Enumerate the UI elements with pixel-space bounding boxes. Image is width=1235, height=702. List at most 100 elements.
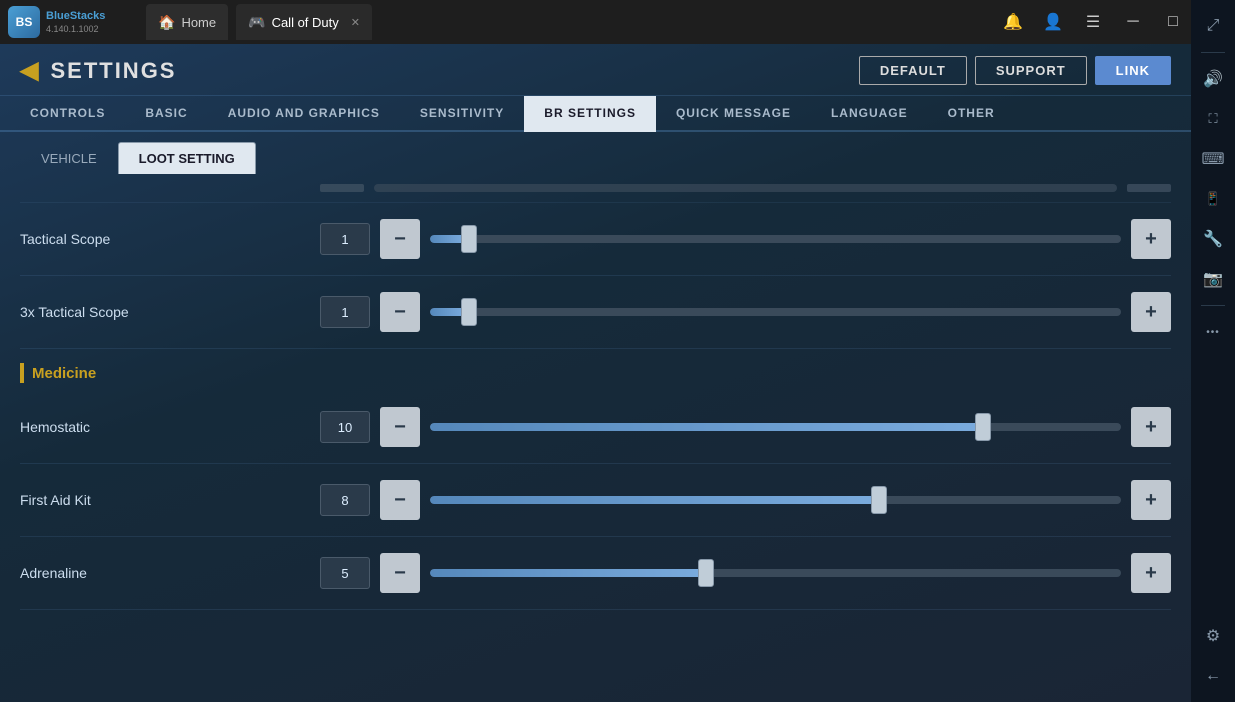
header-buttons: DEFAULT SUPPORT LINK [859,56,1171,85]
tab-quick-message[interactable]: QUICK MESSAGE [656,96,811,132]
tab-sensitivity[interactable]: SENSITIVITY [400,96,524,132]
sub-tabs: VEHICLE LOOT SETTING [0,132,1191,174]
tab-language[interactable]: LANGUAGE [811,96,928,132]
first-aid-kit-label: First Aid Kit [20,492,320,508]
subtab-vehicle[interactable]: VEHICLE [20,142,118,174]
minimize-btn[interactable]: ─ [1119,8,1147,36]
tactical-scope-control: 1 − + [320,219,1171,259]
home-tab-label: Home [181,15,216,30]
hemostatic-slider[interactable] [430,407,1121,447]
adrenaline-slider[interactable] [430,553,1121,593]
settings-tabs: CONTROLS BASIC AUDIO AND GRAPHICS SENSIT… [0,96,1191,132]
hemostatic-fill [430,423,983,431]
partial-row-top [20,174,1171,203]
medicine-section-header: Medicine [20,349,1171,391]
tactical-scope-decrease[interactable]: − [380,219,420,259]
settings-header: ◀ SETTINGS DEFAULT SUPPORT LINK [0,44,1191,96]
tactical-scope-fill [430,235,465,243]
tab-other[interactable]: OTHER [928,96,1015,132]
fullscreen-btn[interactable]: ⛶ [1195,101,1231,137]
adrenaline-decrease[interactable]: − [380,553,420,593]
camera-btn[interactable]: 📷 [1195,261,1231,297]
tab-home[interactable]: 🏠 Home [146,4,228,40]
settings-title: ◀ SETTINGS [20,56,176,85]
right-sidebar: ⤢ 🔊 ⛶ ⌨ 📱 🔧 📷 ••• ⚙ ← [1191,0,1235,702]
3x-tactical-scope-control: 1 − + [320,292,1171,332]
first-aid-kit-slider[interactable] [430,480,1121,520]
hemostatic-row: Hemostatic 10 − + [20,391,1171,464]
default-btn[interactable]: DEFAULT [859,56,967,85]
hemostatic-label: Hemostatic [20,419,320,435]
first-aid-kit-control: 8 − + [320,480,1171,520]
first-aid-kit-row: First Aid Kit 8 − + [20,464,1171,537]
cod-tab-icon: 🎮 [248,14,265,31]
tab-call-of-duty[interactable]: 🎮 Call of Duty ✕ [236,4,372,40]
hemostatic-value: 10 [320,411,370,443]
first-aid-kit-thumb[interactable] [871,486,887,514]
tactical-scope-value: 1 [320,223,370,255]
tactical-scope-row: Tactical Scope 1 − + [20,203,1171,276]
tactical-scope-increase[interactable]: + [1131,219,1171,259]
volume-btn[interactable]: 🔊 [1195,61,1231,97]
tactical-scope-thumb[interactable] [461,225,477,253]
cod-tab-label: Call of Duty [272,15,339,30]
cod-close-icon[interactable]: ✕ [351,16,360,29]
hemostatic-increase[interactable]: + [1131,407,1171,447]
menu-btn[interactable]: ☰ [1079,8,1107,36]
link-btn[interactable]: LINK [1095,56,1171,85]
adrenaline-fill [430,569,706,577]
first-aid-kit-decrease[interactable]: − [380,480,420,520]
adrenaline-increase[interactable]: + [1131,553,1171,593]
hemostatic-decrease[interactable]: − [380,407,420,447]
adrenaline-thumb[interactable] [698,559,714,587]
maximize-btn[interactable]: □ [1159,8,1187,36]
mobile-btn[interactable]: 📱 [1195,181,1231,217]
3x-tactical-scope-label: 3x Tactical Scope [20,304,320,320]
first-aid-kit-value: 8 [320,484,370,516]
first-aid-kit-fill [430,496,879,504]
expand-btn[interactable]: ⤢ [1195,8,1231,44]
settings-title-text: SETTINGS [50,58,176,84]
section-bar [20,363,24,383]
3x-tactical-scope-fill [430,308,465,316]
settings-btn[interactable]: ⚙ [1195,618,1231,654]
account-btn[interactable]: 👤 [1039,8,1067,36]
tactical-scope-track [430,235,1121,243]
first-aid-kit-track [430,496,1121,504]
tab-br-settings[interactable]: BR SETTINGS [524,96,656,132]
adrenaline-label: Adrenaline [20,565,320,581]
app-name: BlueStacks [46,10,105,23]
sidebar-divider-1 [1201,52,1225,53]
3x-tactical-scope-slider[interactable] [430,292,1121,332]
3x-tactical-scope-thumb[interactable] [461,298,477,326]
tab-basic[interactable]: BASIC [125,96,207,132]
notification-btn[interactable]: 🔔 [999,8,1027,36]
sidebar-divider-2 [1201,305,1225,306]
adrenaline-control: 5 − + [320,553,1171,593]
3x-tactical-scope-track [430,308,1121,316]
hemostatic-thumb[interactable] [975,413,991,441]
keyboard-btn[interactable]: ⌨ [1195,141,1231,177]
tab-controls[interactable]: CONTROLS [10,96,125,132]
3x-tactical-scope-decrease[interactable]: − [380,292,420,332]
support-btn[interactable]: SUPPORT [975,56,1087,85]
home-tab-icon: 🏠 [158,14,175,31]
back-btn[interactable]: ← [1195,658,1231,694]
back-arrow-icon[interactable]: ◀ [20,56,40,85]
tools-btn[interactable]: 🔧 [1195,221,1231,257]
tactical-scope-slider[interactable] [430,219,1121,259]
bluestacks-icon: BS [8,6,40,38]
adrenaline-track [430,569,1121,577]
hemostatic-track [430,423,1121,431]
3x-tactical-scope-value: 1 [320,296,370,328]
adrenaline-row: Adrenaline 5 − + [20,537,1171,610]
hemostatic-control: 10 − + [320,407,1171,447]
more-btn[interactable]: ••• [1195,314,1231,350]
title-bar: BS BlueStacks 4.140.1.1002 🏠 Home 🎮 Call… [0,0,1235,44]
medicine-section-title: Medicine [32,365,96,382]
first-aid-kit-increase[interactable]: + [1131,480,1171,520]
subtab-loot-setting[interactable]: LOOT SETTING [118,142,256,174]
tab-audio-graphics[interactable]: AUDIO AND GRAPHICS [208,96,400,132]
3x-tactical-scope-increase[interactable]: + [1131,292,1171,332]
content-area: Tactical Scope 1 − + 3x Tactical Scope 1… [0,174,1191,672]
